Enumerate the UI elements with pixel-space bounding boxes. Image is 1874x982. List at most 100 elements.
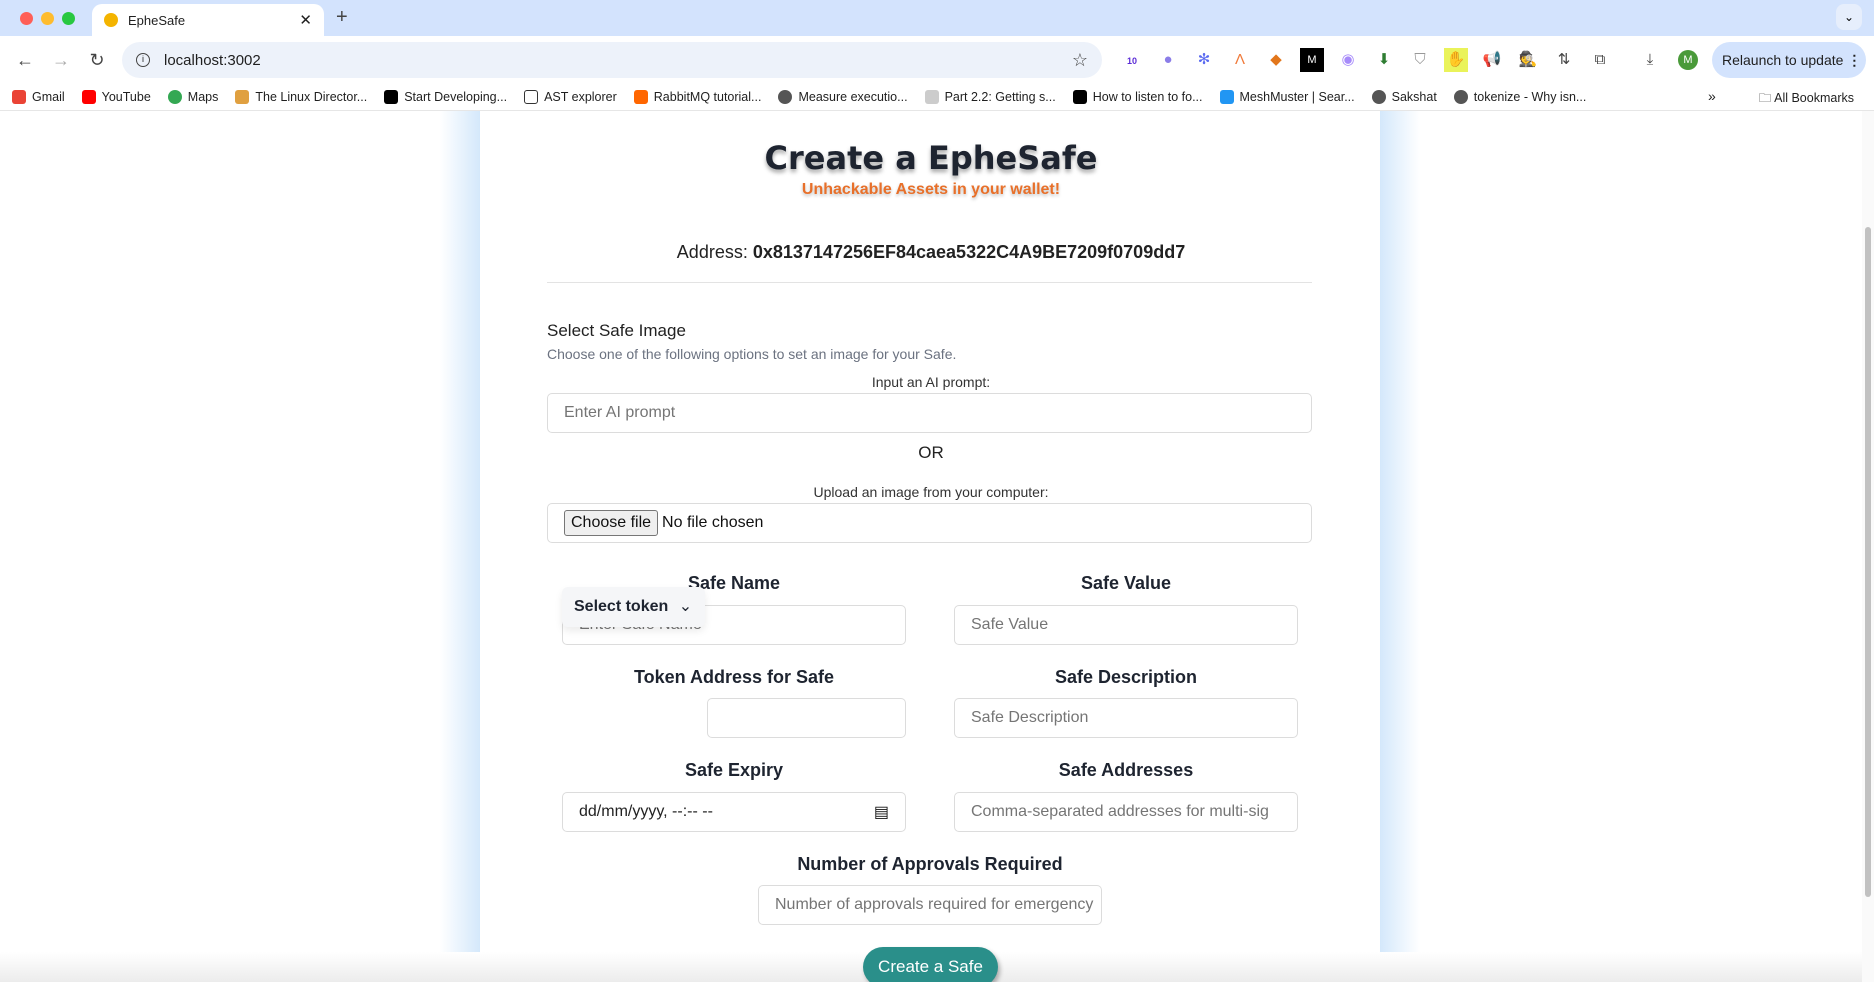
reload-icon[interactable]: ↻ xyxy=(86,50,108,71)
page-title: Create a EpheSafe xyxy=(764,139,1098,177)
bookmark-how-to-listen[interactable]: How to listen to fo... xyxy=(1072,90,1203,104)
select-token-dropdown[interactable]: Select token ⌄ xyxy=(562,587,705,627)
bookmark-star-icon[interactable]: ☆ xyxy=(1072,50,1088,71)
relaunch-label: Relaunch to update xyxy=(1722,52,1844,68)
bookmark-part-2-2[interactable]: Part 2.2: Getting s... xyxy=(924,90,1056,104)
browser-tab[interactable]: EpheSafe ✕ xyxy=(92,4,324,36)
all-bookmarks-button[interactable]: 🗀 All Bookmarks xyxy=(1759,89,1854,110)
bookmark-label: Sakshat xyxy=(1391,90,1437,104)
expiry-value: dd/mm/yyyy, --:-- -- xyxy=(579,803,713,820)
file-status: No file chosen xyxy=(662,514,764,531)
download-arrow-icon[interactable]: ⬇ xyxy=(1372,48,1396,72)
approvals-input[interactable] xyxy=(758,885,1102,925)
bookmark-label: YouTube xyxy=(101,90,151,104)
extension-badge-icon[interactable]: 10 xyxy=(1120,48,1144,72)
new-tab-button[interactable]: + xyxy=(336,6,348,29)
bookmark-meshmuster[interactable]: MeshMuster | Sear... xyxy=(1219,90,1355,104)
extension-icon[interactable]: ◉ xyxy=(1336,48,1360,72)
close-tab-icon[interactable]: ✕ xyxy=(299,11,312,29)
downloads-icon[interactable]: ⤓ xyxy=(1638,48,1662,72)
bookmark-linux-directory[interactable]: The Linux Director... xyxy=(235,90,367,104)
bookmark-start-developing[interactable]: Start Developing... xyxy=(384,90,507,104)
folder-icon: 🗀 xyxy=(1758,91,1772,105)
bookmark-label: tokenize - Why isn... xyxy=(1473,90,1587,104)
page-content: Create a EpheSafe Unhackable Assets in y… xyxy=(0,111,1862,982)
select-image-hint: Choose one of the following options to s… xyxy=(547,346,957,362)
extension-icon[interactable]: Λ xyxy=(1228,48,1252,72)
ai-prompt-label: Input an AI prompt: xyxy=(871,374,991,390)
bookmark-label: Part 2.2: Getting s... xyxy=(944,90,1056,104)
bookmark-label: AST explorer xyxy=(544,90,617,104)
select-token-label: Select token xyxy=(574,598,669,615)
bookmark-tokenize[interactable]: tokenize - Why isn... xyxy=(1453,90,1587,104)
safe-value-label: Safe Value xyxy=(1080,573,1172,593)
address-label: Address: xyxy=(676,242,748,262)
bookmark-maps[interactable]: Maps xyxy=(167,90,219,104)
all-bookmarks-label: All Bookmarks xyxy=(1774,91,1854,105)
address-value: 0x8137147256EF84caea5322C4A9BE7209f0709d… xyxy=(752,242,1186,262)
calendar-icon[interactable]: ▤ xyxy=(874,802,889,822)
chevron-down-icon: ⌄ xyxy=(678,598,693,615)
minimize-window-button[interactable] xyxy=(41,12,54,25)
window-controls[interactable] xyxy=(20,12,75,25)
create-safe-button[interactable]: Create a Safe xyxy=(863,947,998,982)
extension-icon[interactable]: ✋ xyxy=(1444,48,1468,72)
browser-toolbar: ← → ↻ i localhost:3002 ☆ 10 ● ✻ Λ ◆ M ◉ … xyxy=(0,36,1874,84)
site-info-icon[interactable]: i xyxy=(136,53,150,67)
profile-avatar[interactable]: M xyxy=(1678,50,1698,70)
bookmark-gmail[interactable]: Gmail xyxy=(12,90,65,104)
safe-value-input[interactable] xyxy=(954,605,1298,645)
safe-description-label: Safe Description xyxy=(1054,667,1198,687)
bookmark-measure-execution[interactable]: Measure executio... xyxy=(778,90,908,104)
page-subtitle: Unhackable Assets in your wallet! xyxy=(801,181,1061,198)
wallet-address: Address: 0x8137147256EF84caea5322C4A9BE7… xyxy=(0,242,1862,263)
extension-icon[interactable]: ● xyxy=(1156,48,1180,72)
url-text[interactable]: localhost:3002 xyxy=(164,52,261,69)
bookmark-rabbitmq[interactable]: RabbitMQ tutorial... xyxy=(633,90,761,104)
spy-icon[interactable]: 🕵 xyxy=(1516,48,1540,72)
ai-prompt-input[interactable] xyxy=(547,393,1312,433)
safe-expiry-label: Safe Expiry xyxy=(684,760,784,780)
bookmark-youtube[interactable]: YouTube xyxy=(81,90,151,104)
approvals-label: Number of Approvals Required xyxy=(797,854,1063,874)
bookmarks-bar: Gmail YouTube Maps The Linux Director...… xyxy=(0,84,1874,111)
back-icon[interactable]: ← xyxy=(14,50,36,71)
close-window-button[interactable] xyxy=(20,12,33,25)
extensions-puzzle-icon[interactable]: ⧉ xyxy=(1588,48,1612,72)
megaphone-icon[interactable]: 📢 xyxy=(1480,48,1504,72)
page-scrollbar[interactable] xyxy=(1862,111,1874,982)
bookmark-label: Maps xyxy=(187,90,219,104)
metamask-icon[interactable]: ◆ xyxy=(1264,48,1288,72)
bookmark-label: MeshMuster | Sear... xyxy=(1239,90,1355,104)
maximize-window-button[interactable] xyxy=(62,12,75,25)
upload-label: Upload an image from your computer: xyxy=(813,484,1049,500)
address-bar[interactable]: i localhost:3002 ☆ xyxy=(122,42,1102,78)
bookmark-sakshat[interactable]: Sakshat xyxy=(1371,90,1437,104)
choose-file-button[interactable]: Choose file xyxy=(564,510,659,536)
medium-icon[interactable]: M xyxy=(1300,48,1324,72)
tab-search-button[interactable]: ⌄ xyxy=(1836,4,1862,30)
safe-description-input[interactable] xyxy=(954,698,1298,738)
token-address-input[interactable] xyxy=(707,698,906,738)
shield-icon[interactable]: ⛉ xyxy=(1408,48,1432,72)
relaunch-button[interactable]: Relaunch to update ⋮ xyxy=(1712,42,1866,78)
safe-expiry-input[interactable]: dd/mm/yyyy, --:-- -- ▤ xyxy=(562,792,906,832)
favicon-icon xyxy=(104,13,118,27)
bookmark-label: Gmail xyxy=(32,90,65,104)
divider xyxy=(547,282,1312,283)
scrollbar-thumb[interactable] xyxy=(1865,227,1871,897)
file-upload-input[interactable]: Choose file No file chosen xyxy=(547,503,1312,543)
or-separator: OR xyxy=(918,443,944,462)
extension-icon[interactable]: ✻ xyxy=(1192,48,1216,72)
sort-icon[interactable]: ⇅ xyxy=(1552,48,1576,72)
token-address-label: Token Address for Safe xyxy=(633,667,835,687)
bookmark-label: Start Developing... xyxy=(404,90,508,104)
more-bookmarks-icon[interactable]: » xyxy=(1708,88,1716,104)
tab-title: EpheSafe xyxy=(128,12,186,28)
safe-addresses-input[interactable] xyxy=(954,792,1298,832)
bookmark-label: The Linux Director... xyxy=(255,90,368,104)
forward-icon[interactable]: → xyxy=(50,50,72,71)
bookmark-ast-explorer[interactable]: AST explorer xyxy=(524,90,617,104)
more-menu-icon[interactable]: ⋮ xyxy=(1847,52,1861,68)
bookmark-label: How to listen to fo... xyxy=(1092,90,1203,104)
